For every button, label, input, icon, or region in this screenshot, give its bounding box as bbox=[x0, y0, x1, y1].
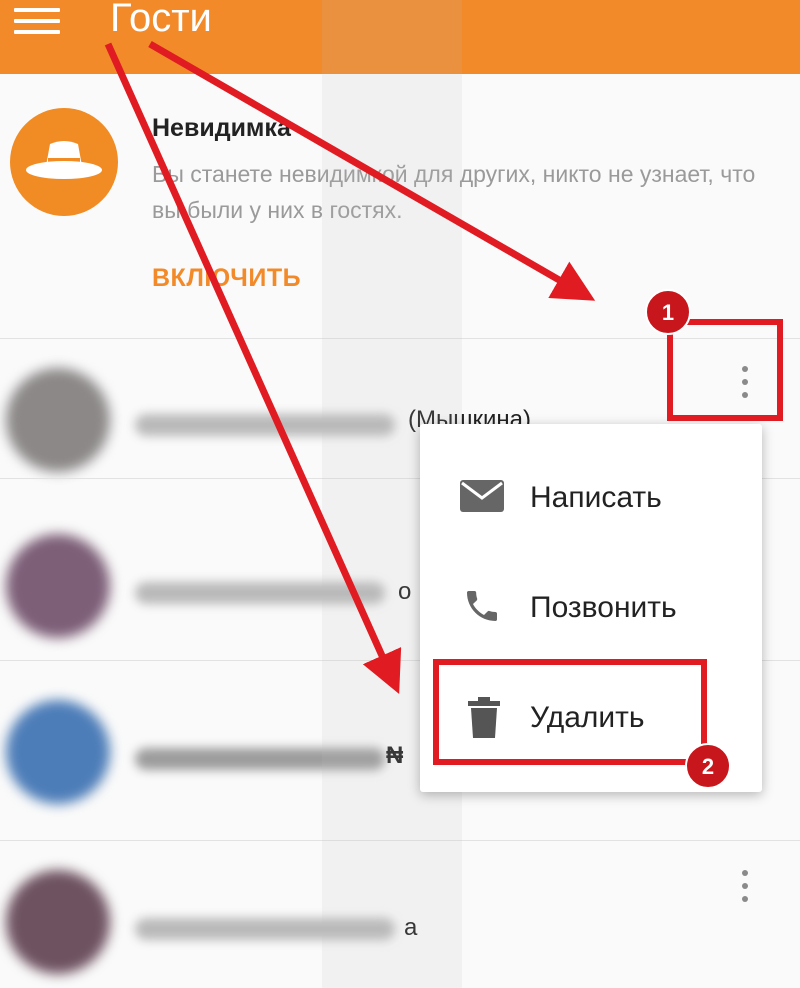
arrow-to-delete bbox=[104, 42, 402, 694]
highlight-options bbox=[667, 319, 783, 421]
step-1-label: 1 bbox=[662, 300, 674, 325]
arrow-to-options bbox=[148, 40, 596, 301]
tutorial-annotations: 1 2 bbox=[104, 40, 783, 789]
highlight-delete bbox=[433, 659, 707, 765]
step-2-label: 2 bbox=[702, 754, 714, 779]
